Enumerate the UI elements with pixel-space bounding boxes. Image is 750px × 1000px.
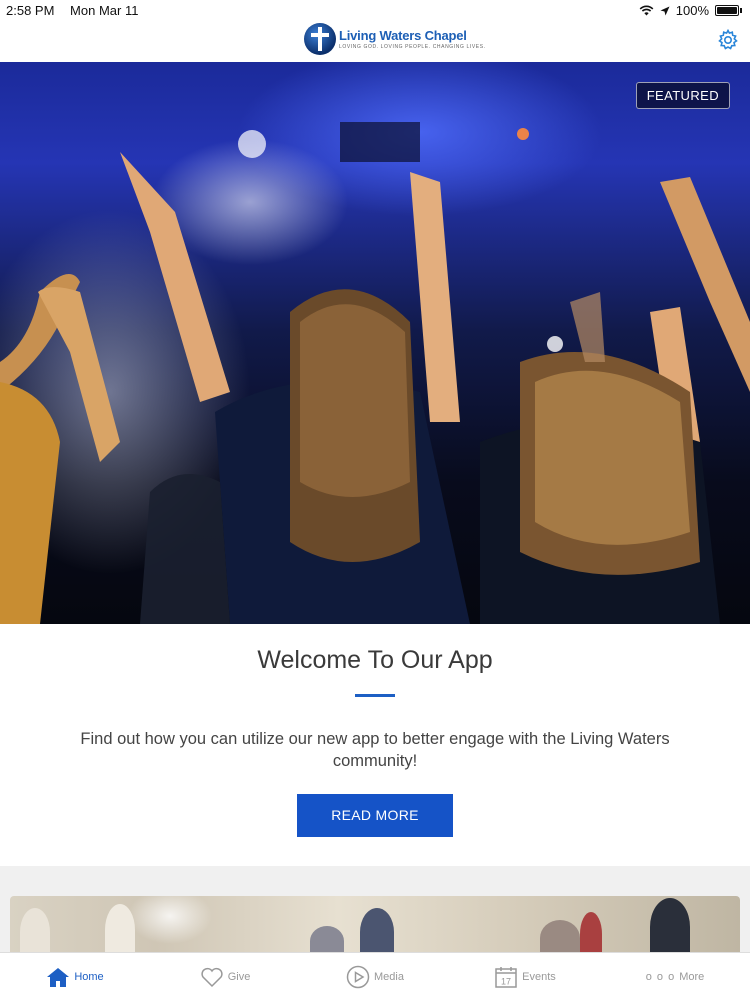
featured-hero-image[interactable]: FEATURED <box>0 62 750 624</box>
welcome-description: Find out how you can utilize our new app… <box>80 730 670 770</box>
tab-label-home: Home <box>74 970 104 983</box>
church-logo[interactable]: Living Waters Chapel LOVING GOD. LOVING … <box>304 23 486 55</box>
battery-tip <box>740 8 742 13</box>
status-bar: 2:58 PM Mon Mar 11 100% <box>0 0 750 20</box>
tab-label-more: More <box>679 970 705 983</box>
wifi-icon <box>639 5 654 16</box>
calendar-icon: 17 <box>495 966 517 988</box>
battery-icon <box>715 5 739 16</box>
battery-percent: 100% <box>675 3 709 18</box>
welcome-section: Welcome To Our App Find out how you can … <box>0 624 750 866</box>
home-icon <box>47 967 70 987</box>
card-person <box>540 920 580 956</box>
tab-label-media: Media <box>374 970 404 983</box>
bottom-tab-bar: Home Give Media 17 Events o o o More <box>0 952 750 1000</box>
calendar-day-text: 17 <box>501 976 511 986</box>
more-icon: o o o <box>645 970 676 983</box>
status-left: 2:58 PM Mon Mar 11 <box>6 3 150 18</box>
worship-crowd-illustration <box>0 122 750 624</box>
next-card-strip <box>0 880 750 956</box>
tab-label-events: Events <box>522 970 556 983</box>
tab-home[interactable]: Home <box>0 953 150 1000</box>
settings-button[interactable] <box>716 28 740 52</box>
tab-events[interactable]: 17 Events <box>450 953 600 1000</box>
section-gap <box>0 866 750 880</box>
featured-badge: FEATURED <box>635 82 730 109</box>
logo-text: Living Waters Chapel LOVING GOD. LOVING … <box>339 28 486 50</box>
status-right: 100% <box>639 3 742 18</box>
read-more-button[interactable]: READ MORE <box>297 794 453 837</box>
card-person <box>650 898 690 956</box>
card-person <box>20 908 50 956</box>
tab-media[interactable]: Media <box>300 953 450 1000</box>
gear-icon <box>718 28 738 50</box>
card-person <box>105 904 135 956</box>
tab-label-give: Give <box>227 970 251 983</box>
card-person <box>580 912 602 956</box>
app-header: Living Waters Chapel LOVING GOD. LOVING … <box>0 20 750 62</box>
logo-cross-icon <box>304 23 336 55</box>
community-card-image[interactable] <box>10 896 740 956</box>
card-person <box>360 908 394 956</box>
tab-more[interactable]: o o o More <box>600 953 750 1000</box>
heart-icon <box>201 967 223 987</box>
tab-give[interactable]: Give <box>150 953 300 1000</box>
title-divider <box>355 694 395 697</box>
location-arrow-icon <box>660 6 670 15</box>
welcome-title: Welcome To Our App <box>257 646 493 674</box>
status-time: 2:58 PM <box>6 3 55 18</box>
status-date: Mon Mar 11 <box>70 3 139 18</box>
play-icon <box>346 965 370 988</box>
logo-tagline: LOVING GOD. LOVING PEOPLE. CHANGING LIVE… <box>339 44 486 50</box>
logo-name: Living Waters Chapel <box>339 28 467 43</box>
